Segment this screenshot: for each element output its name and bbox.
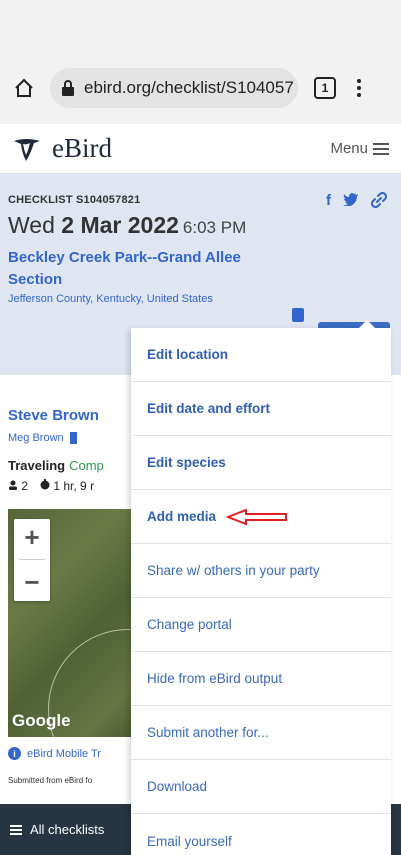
add-media-label: Add media: [147, 509, 217, 524]
location-name-link[interactable]: Beckley Creek Park--Grand Allee Section: [8, 247, 268, 291]
zoom-in-button[interactable]: +: [24, 522, 39, 553]
menu-item-download[interactable]: Download: [131, 760, 391, 814]
hamburger-icon: [373, 142, 389, 155]
home-icon[interactable]: [12, 76, 36, 100]
address-bar[interactable]: ebird.org/checklist/S104057: [50, 68, 298, 108]
all-checklists-link[interactable]: All checklists: [30, 822, 104, 837]
list-icon: [10, 824, 22, 835]
site-menu-button[interactable]: Menu: [330, 140, 389, 157]
app-note-link[interactable]: eBird Mobile Tr: [27, 748, 101, 760]
zoom-divider: [19, 559, 45, 561]
menu-item-edit-location[interactable]: Edit location: [131, 328, 391, 382]
menu-label: Menu: [330, 140, 368, 157]
lock-icon: [62, 80, 74, 96]
secondary-observer-link[interactable]: Meg Brown: [8, 432, 64, 444]
document-icon: [69, 432, 77, 444]
url-text: ebird.org/checklist/S104057: [84, 78, 294, 97]
protocol-name: Traveling: [8, 458, 66, 473]
party-size-value: 2: [21, 479, 29, 493]
date-weekday: Wed: [8, 212, 62, 238]
google-attribution: Google: [12, 711, 71, 730]
menu-item-add-media[interactable]: Add media: [131, 490, 391, 544]
map-pin-icon[interactable]: [292, 308, 304, 322]
ebird-logo-text[interactable]: eBird: [52, 133, 112, 164]
browser-toolbar: ebird.org/checklist/S104057 1: [0, 52, 401, 124]
edit-dropdown-menu: Edit location Edit date and effort Edit …: [131, 320, 391, 855]
person-icon: [9, 480, 17, 490]
duration-value: 1 hr, 9 r: [53, 479, 95, 493]
zoom-out-button[interactable]: −: [24, 567, 39, 598]
tab-switcher-button[interactable]: 1: [314, 77, 336, 99]
date-main: 2 Mar 2022: [61, 212, 179, 238]
share-icons: f: [326, 192, 387, 209]
checklist-date: Wed 2 Mar 2022 6:03 PM: [8, 212, 385, 239]
party-size: 2: [8, 479, 28, 493]
ebird-logo-icon[interactable]: [12, 135, 42, 163]
complete-status: Comp: [69, 458, 104, 473]
facebook-icon[interactable]: f: [326, 192, 331, 209]
browser-menu-icon[interactable]: [356, 79, 362, 97]
duration: 1 hr, 9 r: [40, 479, 94, 493]
stopwatch-icon: [40, 479, 50, 490]
menu-item-edit-date-effort[interactable]: Edit date and effort: [131, 382, 391, 436]
menu-item-email-yourself[interactable]: Email yourself: [131, 814, 391, 855]
location-region-link[interactable]: Jefferson County, Kentucky, United State…: [8, 293, 385, 305]
link-icon[interactable]: [371, 192, 387, 208]
status-bar-area: [0, 0, 401, 52]
menu-item-hide-output[interactable]: Hide from eBird output: [131, 652, 391, 706]
checklist-time: 6:03 PM: [182, 218, 247, 237]
menu-item-edit-species[interactable]: Edit species: [131, 436, 391, 490]
info-icon: i: [8, 747, 21, 760]
menu-item-submit-another[interactable]: Submit another for...: [131, 706, 391, 760]
annotation-arrow-icon: [226, 508, 288, 525]
menu-item-change-portal[interactable]: Change portal: [131, 598, 391, 652]
menu-item-share[interactable]: Share w/ others in your party: [131, 544, 391, 598]
site-header: eBird Menu: [0, 124, 401, 174]
zoom-controls: + −: [14, 519, 50, 601]
twitter-icon[interactable]: [343, 192, 359, 206]
